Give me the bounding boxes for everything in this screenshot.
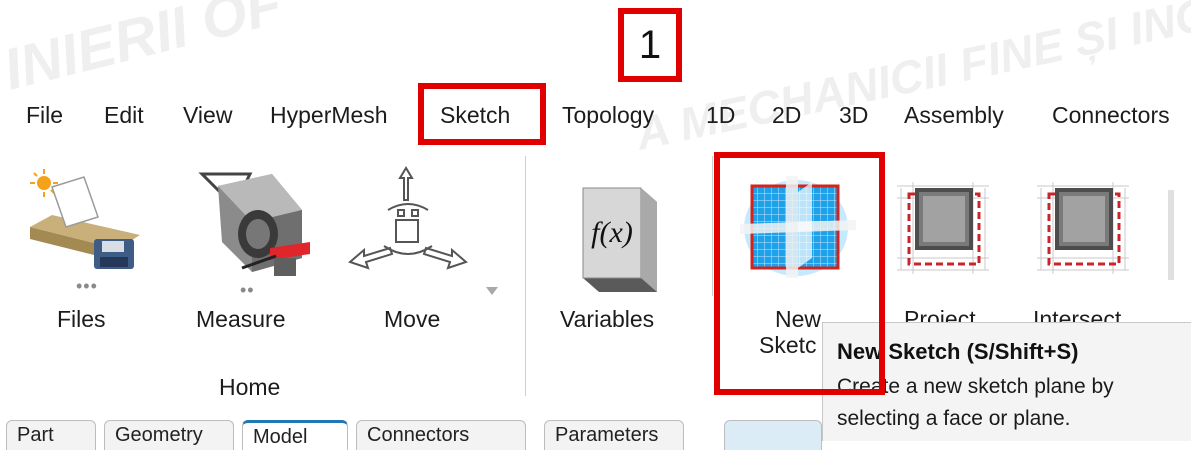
measure-tool-button[interactable] <box>192 162 322 280</box>
files-label: Files <box>57 306 106 332</box>
tab-parameters[interactable]: Parameters <box>544 420 684 450</box>
files-more-dots[interactable]: ••• <box>76 276 98 297</box>
step-number: 1 <box>638 22 662 67</box>
function-fx-icon: f(x) <box>582 187 657 292</box>
files-tool-button[interactable] <box>22 165 152 275</box>
menu-file[interactable]: File <box>26 92 63 138</box>
ribbon-group-separator <box>525 156 526 396</box>
tab-part[interactable]: Part <box>6 420 96 450</box>
step-number-badge: 1 <box>618 8 682 82</box>
menu-2d[interactable]: 2D <box>772 92 801 138</box>
menu-edit[interactable]: Edit <box>104 92 144 138</box>
menu-connectors[interactable]: Connectors <box>1052 92 1170 138</box>
new-sketch-highlight <box>714 152 885 395</box>
move-tool-button[interactable] <box>344 162 474 282</box>
menu-3d[interactable]: 3D <box>839 92 868 138</box>
variables-label: Variables <box>560 306 655 332</box>
ribbon-tool-separator <box>712 156 713 296</box>
move-icon <box>348 166 468 270</box>
tab-connectors[interactable]: Connectors <box>356 420 526 450</box>
menu-topology[interactable]: Topology <box>562 92 654 138</box>
menu-1d[interactable]: 1D <box>706 92 735 138</box>
menu-view[interactable]: View <box>183 92 232 138</box>
measure-icon <box>198 172 310 276</box>
next-tool-partial[interactable] <box>1168 190 1174 280</box>
tab-model[interactable]: Model <box>242 420 348 450</box>
move-dropdown-arrow-icon[interactable] <box>486 287 498 295</box>
tab-geometry[interactable]: Geometry <box>104 420 234 450</box>
project-icon <box>897 182 989 274</box>
files-icon <box>30 169 140 269</box>
menu-hypermesh[interactable]: HyperMesh <box>270 92 388 138</box>
menu-bar: File Edit View HyperMesh Sketch Topology… <box>0 92 1191 138</box>
project-tool-button[interactable] <box>893 178 993 278</box>
sketch-menu-highlight <box>418 83 546 145</box>
watermark-left-text: INIERII OF <box>0 0 290 103</box>
intersect-tool-button[interactable] <box>1033 178 1133 278</box>
move-label: Move <box>384 306 441 332</box>
fx-glyph: f(x) <box>591 216 633 249</box>
tab-active-partial[interactable] <box>724 420 822 450</box>
menu-assembly[interactable]: Assembly <box>904 92 1004 138</box>
bottom-tab-strip: Part Geometry Model Connectors Parameter… <box>0 420 1191 450</box>
measure-more-dots[interactable]: •• <box>240 280 255 301</box>
intersect-icon <box>1037 182 1129 274</box>
variables-tool-button[interactable]: f(x) <box>565 180 665 298</box>
measure-label: Measure <box>196 306 286 332</box>
home-group-label: Home <box>219 374 281 400</box>
